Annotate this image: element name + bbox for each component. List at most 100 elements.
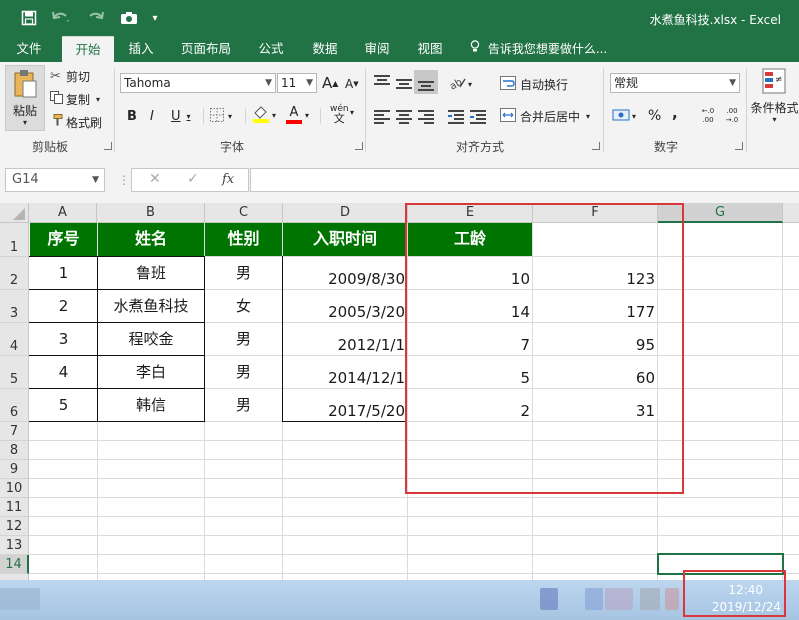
save-icon[interactable] [18, 6, 40, 30]
tray-icon[interactable] [585, 588, 603, 610]
cell-b6[interactable]: 韩信 [98, 389, 204, 421]
shrink-font-button[interactable]: A ▼ [345, 75, 359, 93]
align-top-icon[interactable] [374, 74, 390, 88]
camera-icon[interactable] [118, 6, 140, 30]
tab-data[interactable]: 数据 [304, 36, 346, 62]
merge-center-button[interactable]: 合并后居中 ▾ [500, 106, 590, 126]
header-cell-gender[interactable]: 性别 [205, 223, 282, 256]
decrease-indent-icon[interactable] [448, 109, 464, 124]
cell-a4[interactable]: 3 [30, 323, 97, 355]
row-header-9[interactable]: 9 [0, 460, 29, 479]
column-header-c[interactable]: C [205, 203, 283, 223]
cell-c6[interactable]: 男 [205, 389, 282, 421]
cell-c5[interactable]: 男 [205, 356, 282, 388]
cell-b2[interactable]: 鲁班 [98, 257, 204, 289]
copy-button[interactable]: 复制 ▾ [50, 90, 100, 108]
cell-d4[interactable]: 2012/1/1 [283, 323, 407, 355]
tab-formulas[interactable]: 公式 [250, 36, 292, 62]
undo-icon[interactable] [48, 6, 74, 30]
percent-button[interactable]: % [648, 106, 661, 126]
cell-a3[interactable]: 2 [30, 290, 97, 322]
cut-button[interactable]: ✂ 剪切 [50, 67, 90, 85]
bold-button[interactable]: B [127, 106, 137, 126]
column-header-h[interactable] [783, 203, 799, 223]
row-header-6[interactable]: 6 [0, 389, 29, 422]
font-name-select[interactable]: Tahoma ▼ [120, 73, 276, 93]
tray-icon[interactable] [540, 588, 558, 610]
italic-button[interactable]: I [150, 106, 154, 126]
align-left-icon[interactable] [374, 109, 390, 124]
orientation-button[interactable]: ab ▾ [448, 74, 472, 94]
tab-view[interactable]: 视图 [409, 36, 451, 62]
tab-review[interactable]: 审阅 [356, 36, 398, 62]
cancel-icon[interactable]: ✕ [149, 171, 161, 187]
row-header-12[interactable]: 12 [0, 517, 29, 536]
conditional-format-button[interactable]: ≠ 条件格式 ▾ [750, 68, 799, 134]
phonetic-button[interactable]: wén 文 [330, 104, 349, 126]
column-header-d[interactable]: D [283, 203, 408, 223]
enter-icon[interactable]: ✓ [187, 171, 199, 187]
clock-date[interactable]: 2019/12/24 [712, 600, 781, 614]
cell-b3[interactable]: 水煮鱼科技 [98, 290, 204, 322]
column-header-a[interactable]: A [29, 203, 97, 223]
wrap-text-button[interactable]: 自动换行 [500, 74, 568, 94]
row-header-13[interactable]: 13 [0, 536, 29, 555]
alignment-launcher-icon[interactable] [592, 142, 600, 150]
column-header-b[interactable]: B [97, 203, 205, 223]
row-header-5[interactable]: 5 [0, 356, 29, 389]
cell-d2[interactable]: 2009/8/30 [283, 257, 407, 289]
increase-indent-icon[interactable] [470, 109, 486, 124]
clipboard-launcher-icon[interactable] [104, 142, 112, 150]
row-header-8[interactable]: 8 [0, 441, 29, 460]
align-bottom-button[interactable] [414, 70, 438, 94]
underline-button[interactable]: U ▾ [171, 106, 191, 126]
cell-c4[interactable]: 男 [205, 323, 282, 355]
cell-a2[interactable]: 1 [30, 257, 97, 289]
cell-d6[interactable]: 2017/5/20 [283, 389, 407, 421]
cell-b4[interactable]: 程咬金 [98, 323, 204, 355]
paste-button[interactable]: 粘贴 ▾ [5, 65, 45, 131]
align-right-icon[interactable] [418, 109, 434, 124]
insert-function-icon[interactable]: fx [222, 172, 234, 187]
row-header-11[interactable]: 11 [0, 498, 29, 517]
cell-d3[interactable]: 2005/3/20 [283, 290, 407, 322]
taskbar-icon[interactable] [0, 588, 40, 610]
decrease-decimal-button[interactable]: .00 →.0 [722, 105, 742, 127]
row-header-14[interactable]: 14 [0, 555, 29, 574]
cell-a5[interactable]: 4 [30, 356, 97, 388]
row-header-10[interactable]: 10 [0, 479, 29, 498]
comma-button[interactable]: , [672, 103, 678, 123]
number-format-select[interactable]: 常规 ▼ [610, 73, 740, 93]
tray-icon[interactable] [665, 588, 679, 610]
cell-c3[interactable]: 女 [205, 290, 282, 322]
cell-d5[interactable]: 2014/12/1 [283, 356, 407, 388]
tray-icon[interactable] [640, 588, 660, 610]
tell-me-search[interactable]: 告诉我您想要做什么... [470, 36, 607, 62]
row-header-2[interactable]: 2 [0, 257, 29, 290]
format-painter-button[interactable]: 格式刷 [50, 113, 102, 131]
tab-home[interactable]: 开始 [62, 36, 114, 63]
cell-b5[interactable]: 李白 [98, 356, 204, 388]
row-header-3[interactable]: 3 [0, 290, 29, 323]
fill-color-button[interactable]: ▾ [252, 104, 276, 126]
increase-decimal-button[interactable]: ←.0 .00 [697, 105, 719, 127]
align-middle-icon[interactable] [396, 76, 412, 90]
font-size-select[interactable]: 11 ▼ [277, 73, 317, 93]
header-cell-hire-date[interactable]: 入职时间 [283, 223, 407, 256]
formula-input[interactable] [250, 168, 799, 192]
header-cell-no[interactable]: 序号 [30, 223, 97, 256]
grow-font-button[interactable]: A ▲ [322, 73, 338, 93]
grip-handle[interactable]: ⋮ [118, 174, 130, 186]
name-box[interactable]: G14 ▼ [5, 168, 105, 192]
cell-a6[interactable]: 5 [30, 389, 97, 421]
row-header-1[interactable]: 1 [0, 223, 29, 257]
tray-icon[interactable] [605, 588, 633, 610]
accounting-format-button[interactable]: ▾ [612, 106, 636, 126]
font-color-button[interactable]: A ▾ [285, 104, 309, 126]
borders-button[interactable]: ▾ [210, 106, 232, 126]
align-center-icon[interactable] [396, 109, 412, 124]
tab-page-layout[interactable]: 页面布局 [174, 36, 238, 62]
cell-c2[interactable]: 男 [205, 257, 282, 289]
worksheet-grid[interactable]: A B C D E F G 1 2 3 4 5 6 7 8 9 10 11 12… [0, 203, 799, 580]
tab-file[interactable]: 文件 [6, 36, 52, 62]
